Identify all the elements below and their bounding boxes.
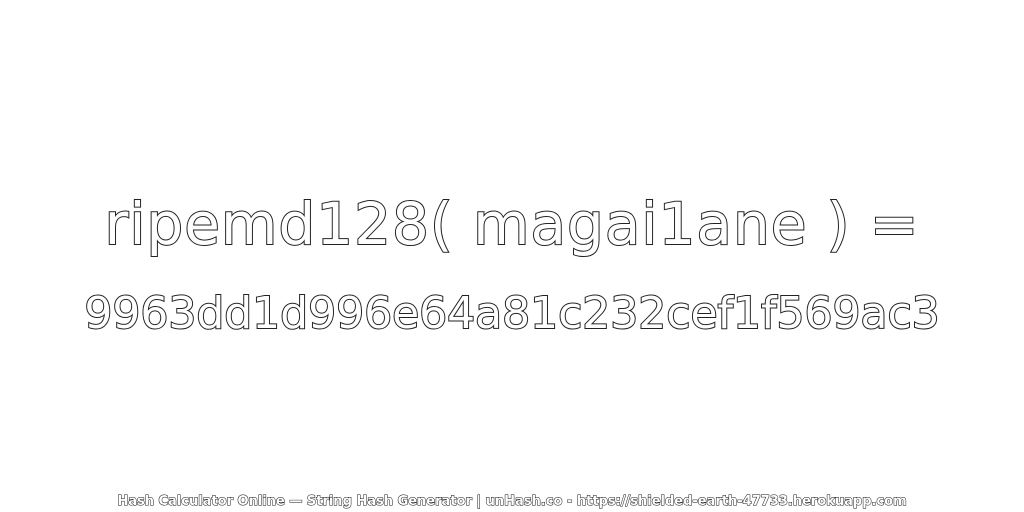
hash-result-image: ripemd128( magai1ane ) = 9963dd1d996e64a… bbox=[0, 0, 1024, 512]
hash-value: 9963dd1d996e64a81c232cef1f569ac3 bbox=[83, 287, 940, 340]
footer-credit: Hash Calculator Online — String Hash Gen… bbox=[117, 494, 907, 510]
hash-expression: ripemd128( magai1ane ) = bbox=[103, 189, 920, 259]
